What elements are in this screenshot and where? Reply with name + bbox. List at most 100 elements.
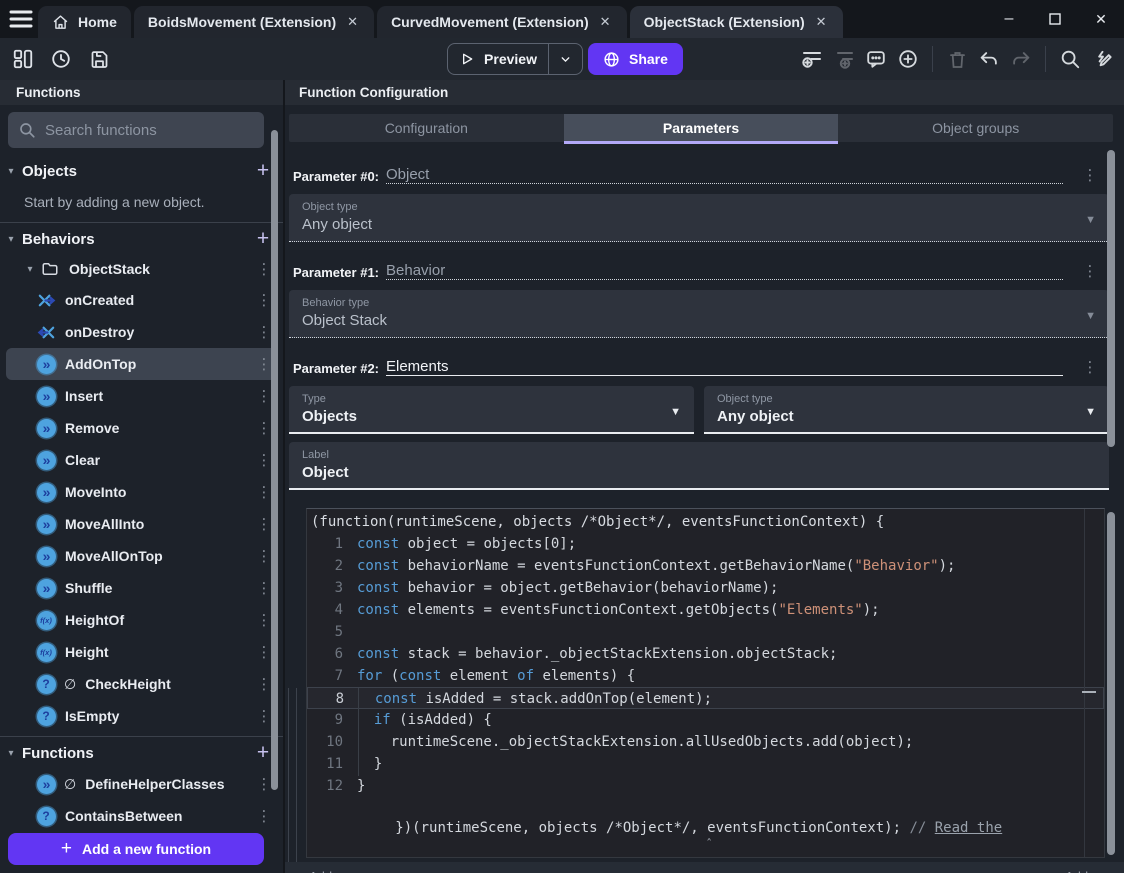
share-button[interactable]: Share xyxy=(588,43,683,75)
documentation-link[interactable]: Read the xyxy=(935,820,1002,836)
function-item-label: IsEmpty xyxy=(65,708,120,724)
lifecycle-destroy-icon xyxy=(36,322,56,342)
caret-down-icon[interactable]: ▾ xyxy=(20,264,40,275)
code-line[interactable]: 2 const behaviorName = eventsFunctionCont… xyxy=(307,555,1104,577)
caret-down-icon[interactable]: ▾ xyxy=(0,166,22,177)
preview-button[interactable]: Preview xyxy=(447,43,583,75)
code-line[interactable]: 3 const behavior = object.getBehavior(beh… xyxy=(307,577,1104,599)
search-functions-box[interactable] xyxy=(8,112,264,148)
tab-object-groups[interactable]: Object groups xyxy=(838,114,1113,142)
code-line[interactable]: 7 for (const element of elements) { xyxy=(307,665,1104,687)
delete-icon[interactable] xyxy=(945,47,969,71)
preview-button-main[interactable]: Preview xyxy=(448,44,548,74)
code-line[interactable]: 5 xyxy=(307,621,1104,643)
code-line[interactable]: 1 const object = objects[0]; xyxy=(307,533,1104,555)
parameter-0-name-field[interactable]: Object xyxy=(386,166,1063,184)
undo-icon[interactable] xyxy=(977,47,1001,71)
parameter-2-object-type-select[interactable]: Object type Any object ▼ xyxy=(704,386,1109,434)
tab-curvedmovement[interactable]: CurvedMovement (Extension) ✕ xyxy=(377,6,627,38)
kebab-menu-icon[interactable]: ⋮ xyxy=(1077,358,1103,376)
functions-section-header[interactable]: ▾ Functions + xyxy=(0,740,283,766)
tab-configuration[interactable]: Configuration xyxy=(289,114,564,142)
function-item-containsbetween[interactable]: ? ContainsBetween ⋮ xyxy=(6,800,277,832)
tab-objectstack[interactable]: ObjectStack (Extension) ✕ xyxy=(629,6,843,38)
parameters-scrollbar[interactable] xyxy=(1107,150,1115,447)
function-item-height[interactable]: f(x) Height ⋮ xyxy=(6,636,277,668)
function-item-insert[interactable]: » Insert ⋮ xyxy=(6,380,277,412)
function-item-checkheight[interactable]: ? ∅ CheckHeight ⋮ xyxy=(6,668,277,700)
field-label: Object type xyxy=(302,201,358,213)
history-icon[interactable] xyxy=(48,46,74,72)
function-item-oncreated[interactable]: onCreated ⋮ xyxy=(6,284,277,316)
parameter-1-behavior-type-select[interactable]: Behavior type Object Stack ▼ xyxy=(289,290,1109,338)
code-line[interactable]: 10 runtimeScene._objectStackExtension.al… xyxy=(307,731,1104,753)
code-scrollbar[interactable] xyxy=(1107,512,1115,855)
function-item-remove[interactable]: » Remove ⋮ xyxy=(6,412,277,444)
search-functions-input[interactable] xyxy=(45,121,254,139)
behaviors-section-header[interactable]: ▾ Behaviors + xyxy=(0,226,283,252)
kebab-menu-icon[interactable]: ⋮ xyxy=(1077,262,1103,280)
partial-add-text[interactable]: Add... xyxy=(309,869,343,873)
minimize-button[interactable]: – xyxy=(986,0,1032,38)
code-line[interactable]: 12} xyxy=(307,775,1104,797)
line-content: const elements = eventsFunctionContext.g… xyxy=(357,602,880,618)
code-line[interactable]: 9 if (isAdded) { xyxy=(307,709,1104,731)
parameter-2-label-input[interactable]: Label Object xyxy=(289,442,1109,490)
caret-down-icon[interactable]: ▾ xyxy=(0,748,22,759)
kebab-menu-icon[interactable]: ⋮ xyxy=(251,807,277,825)
parameter-0-object-type-select[interactable]: Object type Any object ▼ xyxy=(289,194,1109,242)
parameter-2-name-field[interactable]: Elements xyxy=(386,358,1063,376)
kebab-menu-icon[interactable]: ⋮ xyxy=(1077,166,1103,184)
close-tab-icon[interactable]: ✕ xyxy=(345,14,360,30)
function-item-moveinto[interactable]: » MoveInto ⋮ xyxy=(6,476,277,508)
function-item-ondestroy[interactable]: onDestroy ⋮ xyxy=(6,316,277,348)
code-line[interactable]: 11 } xyxy=(307,753,1104,775)
save-icon[interactable] xyxy=(86,46,112,72)
function-item-label: ContainsBetween xyxy=(65,808,183,824)
configuration-tabs: Configuration Parameters Object groups xyxy=(289,114,1113,144)
code-editor[interactable]: (function(runtimeScene, objects /*Object… xyxy=(306,508,1105,858)
close-window-button[interactable]: ✕ xyxy=(1078,0,1124,38)
function-item-label: HeightOf xyxy=(65,612,125,628)
code-line-current[interactable]: 8 const isAdded = stack.addOnTop(element… xyxy=(307,687,1104,709)
add-subevent-icon[interactable] xyxy=(832,47,856,71)
maximize-button[interactable] xyxy=(1032,0,1078,38)
search-events-icon[interactable] xyxy=(1058,47,1082,71)
function-item-heightof[interactable]: f(x) HeightOf ⋮ xyxy=(6,604,277,636)
project-manager-icon[interactable] xyxy=(10,46,36,72)
code-line[interactable]: 6 const stack = behavior._objectStackExte… xyxy=(307,643,1104,665)
function-item-label: Insert xyxy=(65,388,104,404)
redo-icon[interactable] xyxy=(1009,47,1033,71)
collapse-caret-icon[interactable]: ˆ xyxy=(706,837,713,851)
tab-parameters[interactable]: Parameters xyxy=(563,114,839,144)
preview-options-button[interactable] xyxy=(548,44,582,74)
parameter-2-type-select[interactable]: Type Objects ▼ xyxy=(289,386,694,434)
add-comment-icon[interactable] xyxy=(864,47,888,71)
function-item-shuffle[interactable]: » Shuffle ⋮ xyxy=(6,572,277,604)
add-function-label: Add a new function xyxy=(82,841,212,857)
function-item-addontop[interactable]: » AddOnTop ⋮ xyxy=(6,348,277,380)
edit-scene-icon[interactable] xyxy=(1090,47,1114,71)
function-item-moveallontop[interactable]: » MoveAllOnTop ⋮ xyxy=(6,540,277,572)
function-item-moveallinto[interactable]: » MoveAllInto ⋮ xyxy=(6,508,277,540)
add-event-icon[interactable] xyxy=(800,47,824,71)
caret-down-icon[interactable]: ▾ xyxy=(0,234,22,245)
code-lines[interactable]: 1 const object = objects[0]; 2 const behavi… xyxy=(307,533,1104,797)
close-tab-icon[interactable]: ✕ xyxy=(814,14,829,30)
function-item-isempty[interactable]: ? IsEmpty ⋮ xyxy=(6,700,277,732)
sidebar-scrollbar[interactable] xyxy=(271,130,278,790)
close-tab-icon[interactable]: ✕ xyxy=(598,14,613,30)
code-line[interactable]: 4 const elements = eventsFunctionContext.… xyxy=(307,599,1104,621)
function-item-clear[interactable]: » Clear ⋮ xyxy=(6,444,277,476)
partial-add-text[interactable]: Add... xyxy=(1065,869,1099,873)
add-new-function-button[interactable]: + Add a new function xyxy=(8,833,264,865)
add-circle-icon[interactable] xyxy=(896,47,920,71)
behavior-group-objectstack[interactable]: ▾ ObjectStack ⋮ xyxy=(6,254,277,284)
main-menu-icon[interactable] xyxy=(9,10,33,28)
function-item-definehelperclasses[interactable]: » ∅ DefineHelperClasses ⋮ xyxy=(6,768,277,800)
objects-section-header[interactable]: ▾ Objects + xyxy=(0,158,283,184)
tab-home[interactable]: Home xyxy=(38,6,131,38)
line-number: 12 xyxy=(326,778,343,794)
parameter-1-name-field[interactable]: Behavior xyxy=(386,262,1063,280)
tab-boidsmovement[interactable]: BoidsMovement (Extension) ✕ xyxy=(133,6,375,38)
